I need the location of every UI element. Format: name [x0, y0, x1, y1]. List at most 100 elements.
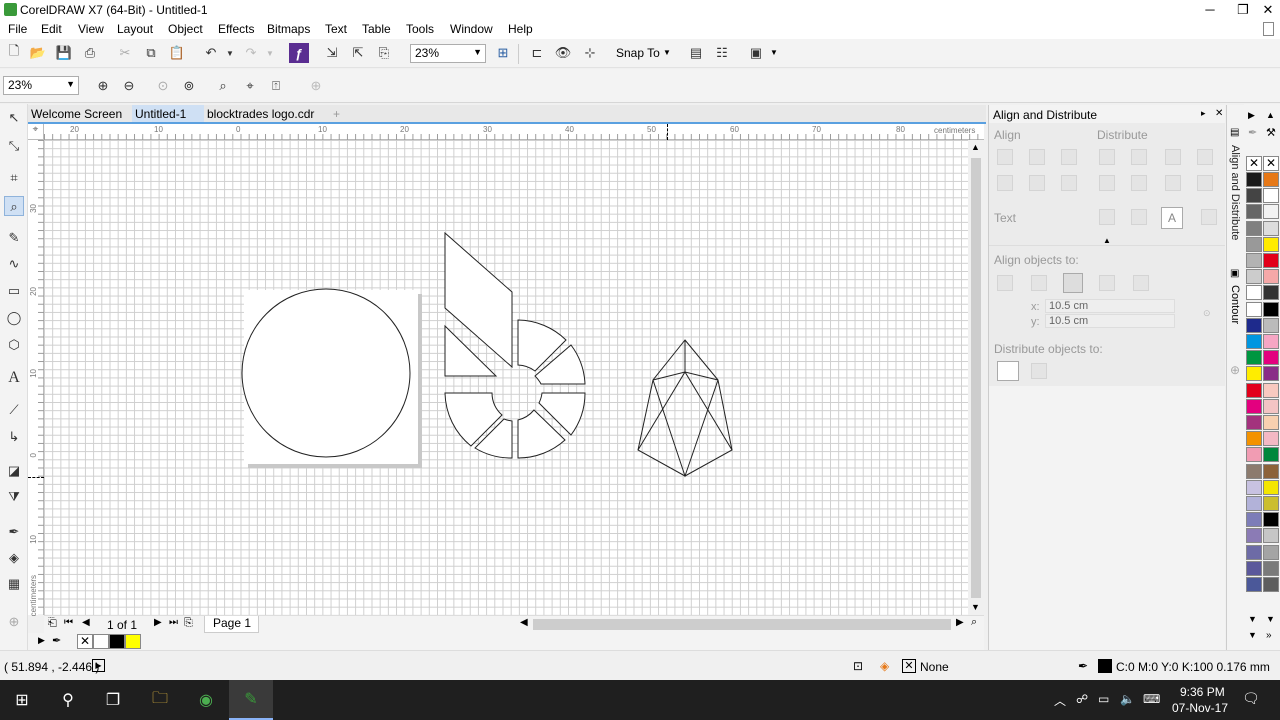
distribute-to-page-icon[interactable]	[1031, 363, 1047, 379]
palette-swatch[interactable]	[1246, 496, 1262, 511]
palette-swatch[interactable]	[1246, 479, 1262, 495]
distribute-right-icon[interactable]	[1197, 149, 1213, 165]
align-bottom-icon[interactable]	[1061, 175, 1077, 191]
zoom-in-icon[interactable]: ⊕	[93, 76, 113, 96]
doc-swatch[interactable]	[93, 634, 109, 649]
cut-icon[interactable]: ✂	[115, 43, 135, 63]
shape-tool-icon[interactable]: ⤡	[4, 136, 24, 156]
menu-window[interactable]: Window	[450, 22, 493, 36]
task-view-icon[interactable]: ❐	[91, 680, 135, 720]
distribute-left-icon[interactable]	[1099, 149, 1115, 165]
menu-layout[interactable]: Layout	[117, 22, 153, 36]
status-flyout-icon[interactable]: ▶	[92, 659, 105, 672]
close-button[interactable]: ✕	[1254, 0, 1280, 20]
align-top-icon[interactable]	[997, 175, 1013, 191]
zoom-to-page-height-icon[interactable]: ⍐	[266, 76, 286, 96]
menu-text[interactable]: Text	[325, 22, 347, 36]
palette-scroll-down-icon-2[interactable]: ▼	[1266, 614, 1275, 624]
drop-shadow-tool-icon[interactable]: ◪	[4, 461, 24, 481]
menu-object[interactable]: Object	[168, 22, 203, 36]
menu-help[interactable]: Help	[508, 22, 533, 36]
palette-swatch[interactable]	[1263, 560, 1279, 576]
palette-swatch[interactable]	[1246, 236, 1262, 252]
notifications-icon[interactable]: 🗨	[1242, 690, 1260, 707]
palette-menu-icon[interactable]: ⚒	[1266, 126, 1276, 139]
file-explorer-icon[interactable]: 🗀	[138, 680, 182, 720]
palette-eyedropper-icon[interactable]: ✒	[52, 634, 61, 647]
palette-swatch[interactable]	[1263, 415, 1279, 430]
undo-dropdown-icon[interactable]: ▼	[220, 43, 240, 63]
palette-swatch[interactable]	[1263, 269, 1279, 285]
scroll-down-icon[interactable]: ▼	[971, 602, 980, 612]
search-icon[interactable]: ⚲	[46, 680, 90, 720]
palette-swatch[interactable]	[1263, 334, 1279, 349]
rectangle-tool-icon[interactable]: ▭	[4, 281, 24, 301]
palette-swatch[interactable]	[1246, 415, 1262, 430]
palette-swatch[interactable]	[1246, 301, 1262, 317]
palette-eyedropper-icon[interactable]: ✒	[1248, 126, 1257, 139]
tab-contour[interactable]: Contour	[1229, 285, 1241, 324]
palette-swatch[interactable]	[1263, 253, 1279, 268]
scroll-left-icon[interactable]: ◀	[520, 617, 528, 628]
lock-ratio-icon[interactable]: ⊙	[1203, 308, 1211, 319]
freehand-tool-icon[interactable]: ✎	[4, 228, 24, 248]
publish-pdf-icon[interactable]: ⎘	[374, 43, 394, 63]
zoom-tool-icon[interactable]: ⌕	[4, 196, 24, 216]
distribute-bottom-icon[interactable]	[1197, 175, 1213, 191]
align-to-page-edge-icon[interactable]	[1031, 275, 1047, 291]
save-icon[interactable]: 💾	[54, 43, 74, 63]
copy-icon[interactable]: ⧉	[141, 43, 161, 63]
palette-swatch[interactable]	[1246, 350, 1262, 366]
search-content-icon[interactable]: ƒ	[289, 43, 309, 63]
clock-date[interactable]: 07-Nov-17	[1172, 701, 1228, 715]
distribute-to-selection-icon[interactable]	[997, 361, 1019, 381]
text-bounding-box-icon[interactable]: A	[1161, 207, 1183, 229]
scroll-right-icon[interactable]: ▶	[956, 617, 964, 628]
align-right-icon[interactable]	[1061, 149, 1077, 165]
show-rulers-icon[interactable]: ⊏	[527, 43, 547, 63]
artistic-media-tool-icon[interactable]: ∿	[4, 254, 24, 274]
show-grid-icon[interactable]: 👁	[553, 43, 573, 63]
docker-close-icon[interactable]: ✕	[1215, 108, 1223, 119]
undo-icon[interactable]: ↶	[201, 43, 221, 63]
transparency-tool-icon[interactable]: ⧩	[4, 487, 24, 507]
palette-swatch[interactable]	[1246, 285, 1262, 301]
palette-swatch[interactable]	[1263, 285, 1279, 301]
align-left-icon[interactable]	[997, 149, 1013, 165]
vertical-ruler[interactable]: 30 20 10 0 10 centimeters	[28, 140, 44, 616]
drawing-objects[interactable]	[44, 140, 968, 615]
quick-customize-icon[interactable]: ⊕	[306, 76, 326, 96]
palette-swatch[interactable]	[1246, 463, 1262, 479]
palette-scroll-down-icon[interactable]: ▼	[1248, 614, 1257, 624]
scroll-thumb[interactable]	[971, 158, 981, 598]
last-page-icon[interactable]: ⏭	[169, 617, 178, 628]
palette-swatch[interactable]	[1246, 447, 1262, 463]
distribute-top-icon[interactable]	[1099, 175, 1115, 191]
palette-swatch[interactable]	[1263, 496, 1279, 511]
horizontal-ruler[interactable]: 20 10 0 10 20 30 40 50 60 70 80 centimet…	[44, 124, 984, 140]
palette-swatch[interactable]	[1246, 382, 1262, 398]
coreldraw-taskbar-icon[interactable]: ✎	[229, 680, 273, 720]
palette-swatch[interactable]	[1246, 431, 1262, 447]
palette-swatch[interactable]	[1263, 528, 1279, 544]
doc-restore-icon[interactable]	[1263, 22, 1274, 36]
text-tool-icon[interactable]: A	[4, 368, 24, 388]
palette-swatch[interactable]	[1246, 560, 1262, 576]
palette-swatch[interactable]	[1263, 544, 1279, 560]
keyboard-icon[interactable]: ⌨	[1143, 692, 1160, 706]
polygon-tool-icon[interactable]: ⬡	[4, 335, 24, 355]
align-to-active-icon[interactable]	[997, 275, 1013, 291]
palette-swatch[interactable]	[1263, 398, 1279, 414]
palette-swatch[interactable]	[1246, 172, 1262, 187]
scroll-up-icon[interactable]: ▲	[971, 142, 980, 152]
battery-icon[interactable]: ▭	[1098, 692, 1109, 706]
contour-docker-icon[interactable]: ▣	[1230, 268, 1239, 279]
fill-settings-icon[interactable]: ⊡	[853, 659, 863, 673]
next-page-icon[interactable]: ▶	[154, 617, 162, 628]
launcher-dropdown-icon[interactable]: ▼	[770, 48, 778, 57]
paste-icon[interactable]: 📋	[167, 43, 187, 63]
zoom-level-combo[interactable]: 23% ▼	[410, 44, 486, 63]
snap-to-dropdown-icon[interactable]: ▼	[663, 48, 671, 57]
palette-swatch[interactable]	[1263, 431, 1279, 447]
palette-swatch[interactable]	[1263, 236, 1279, 252]
